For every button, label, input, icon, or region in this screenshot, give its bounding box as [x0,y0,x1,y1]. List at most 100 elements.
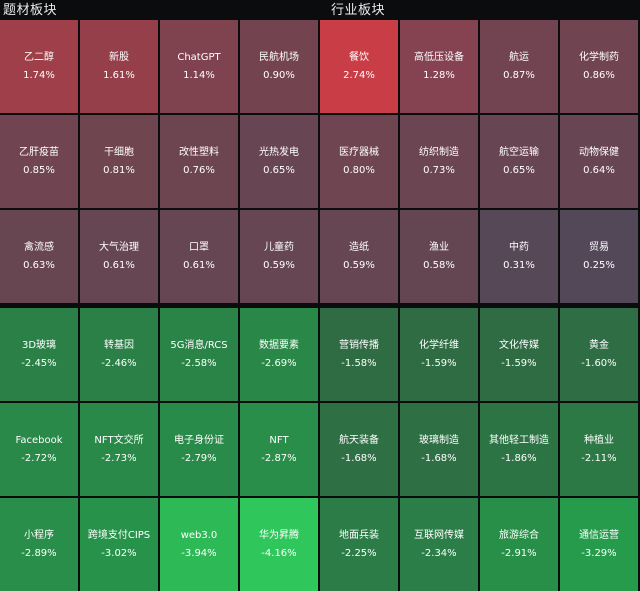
sector-tile[interactable]: 电子身份证 -2.79% [160,403,238,496]
sector-tile[interactable]: 改性塑料 0.76% [160,115,238,208]
sector-name: 航运 [509,51,529,63]
sector-tile[interactable]: 营销传播 -1.58% [320,308,398,401]
sector-change-percent: -1.68% [341,452,377,464]
sector-tile[interactable]: 动物保健 0.64% [560,115,638,208]
sector-change-percent: -3.29% [581,547,617,559]
sector-change-percent: 0.64% [583,164,615,176]
sector-change-percent: 0.31% [503,259,535,271]
sector-change-percent: -1.86% [501,452,537,464]
sector-change-percent: -2.46% [101,357,137,369]
sector-tile[interactable]: 小程序 -2.89% [0,498,78,591]
sector-name: 数据要素 [259,339,299,351]
sector-tile[interactable]: 旅游综合 -2.91% [480,498,558,591]
sector-name: 种植业 [584,434,614,446]
sector-tile[interactable]: NFT文交所 -2.73% [80,403,158,496]
sector-name: 电子身份证 [174,434,224,446]
sector-tile[interactable]: 航运 0.87% [480,20,558,113]
sector-tile[interactable]: 互联网传媒 -2.34% [400,498,478,591]
sector-tile[interactable]: 民航机场 0.90% [240,20,318,113]
sector-name: 动物保健 [579,146,619,158]
sector-name: 医疗器械 [339,146,379,158]
sector-name: 高低压设备 [414,51,464,63]
sector-change-percent: -3.02% [101,547,137,559]
sector-name: NFT [269,434,289,446]
sector-tile[interactable]: 中药 0.31% [480,210,558,303]
sector-tile[interactable]: 文化传媒 -1.59% [480,308,558,401]
sector-tile[interactable]: 造纸 0.59% [320,210,398,303]
sector-tile[interactable]: 跨境支付CIPS -3.02% [80,498,158,591]
sector-tile[interactable]: 黄金 -1.60% [560,308,638,401]
sector-change-percent: -3.94% [181,547,217,559]
sector-tile[interactable]: 禽流感 0.63% [0,210,78,303]
sector-tile[interactable]: 乙二醇 1.74% [0,20,78,113]
sector-name: 大气治理 [99,241,139,253]
panel-title: 行业板块 [331,3,386,18]
sector-tile[interactable]: 乙肝疫苗 0.85% [0,115,78,208]
sector-tile[interactable]: 光热发电 0.65% [240,115,318,208]
sector-tile[interactable]: 转基因 -2.46% [80,308,158,401]
sector-tile[interactable]: 种植业 -2.11% [560,403,638,496]
sector-tile[interactable]: 通信运营 -3.29% [560,498,638,591]
sector-tile[interactable]: 新股 1.61% [80,20,158,113]
sector-change-percent: 0.61% [103,259,135,271]
sector-change-percent: 0.80% [343,164,375,176]
sector-name: web3.0 [180,529,218,541]
sector-tile[interactable]: 高低压设备 1.28% [400,20,478,113]
sector-name: 通信运营 [579,529,619,541]
sector-tile[interactable]: 数据要素 -2.69% [240,308,318,401]
sector-change-percent: -4.16% [261,547,297,559]
sector-tile[interactable]: 其他轻工制造 -1.86% [480,403,558,496]
sector-tile[interactable]: 渔业 0.58% [400,210,478,303]
sector-change-percent: 0.63% [23,259,55,271]
sector-tile[interactable]: ChatGPT 1.14% [160,20,238,113]
sector-change-percent: -2.91% [501,547,537,559]
sector-change-percent: -2.34% [421,547,457,559]
sector-change-percent: 0.61% [183,259,215,271]
sector-tile[interactable]: 玻璃制造 -1.68% [400,403,478,496]
sector-change-percent: 0.58% [423,259,455,271]
sector-change-percent: -1.60% [581,357,617,369]
sector-change-percent: 0.81% [103,164,135,176]
sector-change-percent: 1.74% [23,69,55,81]
sector-tile[interactable]: 贸易 0.25% [560,210,638,303]
sector-name: NFT文交所 [94,434,144,446]
sector-tile[interactable]: 3D玻璃 -2.45% [0,308,78,401]
sector-tile[interactable]: NFT -2.87% [240,403,318,496]
sector-name: 3D玻璃 [21,339,57,351]
sector-change-percent: -2.73% [101,452,137,464]
sector-change-percent: 0.59% [263,259,295,271]
sector-name: 玻璃制造 [419,434,459,446]
sector-tile[interactable]: 口罩 0.61% [160,210,238,303]
sector-tile[interactable]: 化学制药 0.86% [560,20,638,113]
sector-tile[interactable]: 华为昇腾 -4.16% [240,498,318,591]
sector-change-percent: -2.11% [581,452,617,464]
sector-change-percent: 0.76% [183,164,215,176]
sector-change-percent: -2.72% [21,452,57,464]
sector-name: 航天装备 [339,434,379,446]
sector-tile[interactable]: 儿童药 0.59% [240,210,318,303]
sector-tile[interactable]: 医疗器械 0.80% [320,115,398,208]
sector-tile[interactable]: 大气治理 0.61% [80,210,158,303]
sector-name: 造纸 [349,241,369,253]
sector-name: 渔业 [429,241,449,253]
sector-name: 互联网传媒 [414,529,464,541]
sector-tile[interactable]: 化学纤维 -1.59% [400,308,478,401]
sector-change-percent: 0.86% [583,69,615,81]
sector-name: 光热发电 [259,146,299,158]
sector-change-percent: 0.87% [503,69,535,81]
sector-tile[interactable]: Facebook -2.72% [0,403,78,496]
sector-tile[interactable]: 干细胞 0.81% [80,115,158,208]
sector-name: 口罩 [189,241,209,253]
sector-tile[interactable]: web3.0 -3.94% [160,498,238,591]
sector-tile[interactable]: 航天装备 -1.68% [320,403,398,496]
sector-tile[interactable]: 5G消息/RCS -2.58% [160,308,238,401]
sector-tile[interactable]: 航空运输 0.65% [480,115,558,208]
sector-name: 旅游综合 [499,529,539,541]
panel-title: 题材板块 [3,3,58,18]
sector-name: 禽流感 [24,241,54,253]
sector-change-percent: 0.85% [23,164,55,176]
sector-tile[interactable]: 纺织制造 0.73% [400,115,478,208]
sector-tile[interactable]: 地面兵装 -2.25% [320,498,398,591]
sector-change-percent: -2.79% [181,452,217,464]
sector-tile[interactable]: 餐饮 2.74% [320,20,398,113]
